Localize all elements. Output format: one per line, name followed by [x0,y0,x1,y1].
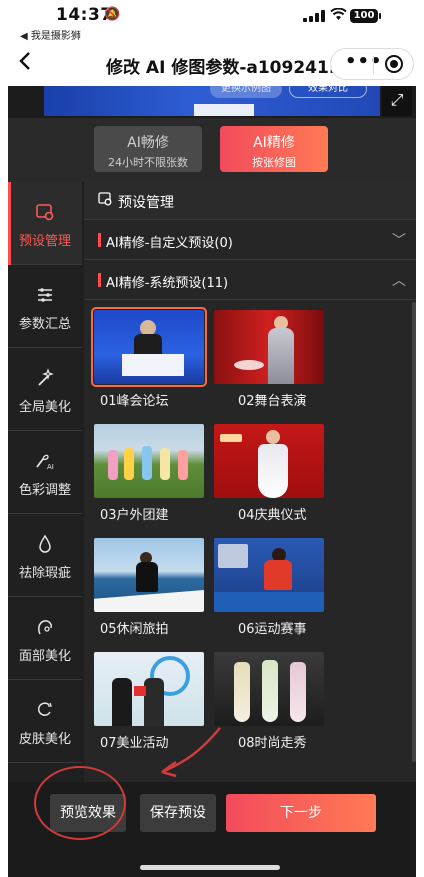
mode-tab-jingxiu[interactable]: AI精修 按张修图 [220,126,328,172]
preset-thumb-travel[interactable] [94,538,204,612]
preset-thumb-ceremony[interactable] [214,424,324,498]
mode-tab-title: AI畅修 [127,135,169,151]
page-title: 修改 AI 修图参数-a109241... [106,58,349,78]
sidebar-item-blemish[interactable]: 祛除瑕疵 [8,514,82,597]
group-custom-presets[interactable]: AI精修-自定义预设(0) ﹀ [84,220,416,260]
sidebar-item-label: 色彩调整 [18,483,71,498]
preset-label: 04庆典仪式 [238,508,307,523]
group-label: AI精修-自定义预设(0) [106,236,233,251]
more-icon[interactable]: ••• [345,51,383,72]
sidebar-item-presets[interactable]: 预设管理 [8,182,82,265]
group-accent-bar [98,273,101,287]
back-chevron-icon[interactable] [18,50,32,78]
face-icon [8,617,82,641]
wifi-icon [330,7,347,25]
sidebar-item-color[interactable]: AI 色彩调整 [8,431,82,514]
sidebar-item-label: 全局美化 [18,400,71,415]
nav-bar: 修改 AI 修图参数-a109241... ••• [0,42,424,86]
sidebar-item-label: 皮肤美化 [18,732,71,747]
next-step-button[interactable]: 下一步 [226,794,376,832]
compare-effect-button[interactable]: 效果对比 [289,86,367,98]
signal-icon [303,10,325,22]
palette-ai-icon: AI [8,451,82,475]
mode-tabs: AI畅修 24小时不限张数 AI精修 按张修图 [8,118,416,182]
mode-tab-changxiu[interactable]: AI畅修 24小时不限张数 [94,126,202,172]
capsule-divider [373,56,374,74]
section-title: 预设管理 [118,195,174,211]
mode-tab-title: AI精修 [253,135,295,151]
preset-label: 03户外团建 [100,508,169,523]
magic-wand-icon [8,368,82,392]
scrollbar[interactable] [412,302,416,762]
mode-tab-subtitle: 按张修图 [252,156,296,169]
preset-label: 01峰会论坛 [100,394,169,409]
preview-strip: 更换示例图 效果对比 ⤢ [8,86,416,118]
annotation-arrow [161,727,221,778]
preset-label: 05休闲旅拍 [100,622,169,637]
battery-icon: 100 [350,9,381,23]
sidebar-item-params[interactable]: 参数汇总 [8,265,82,348]
preset-content: 预设管理 AI精修-自定义预设(0) ﹀ AI精修-系统预设(11) ︿ 01峰… [84,182,416,782]
preset-thumb-sports[interactable] [214,538,324,612]
sliders-icon [8,285,82,309]
save-preset-button[interactable]: 保存预设 [140,794,216,832]
fullscreen-expand-icon[interactable]: ⤢ [382,86,412,116]
chevron-up-icon[interactable]: ︿ [392,270,406,290]
group-system-presets[interactable]: AI精修-系统预设(11) ︿ [84,260,416,300]
close-target-icon[interactable] [385,55,403,73]
preset-thumb-runway[interactable] [214,652,324,726]
podium-shape [194,104,254,116]
preview-image: 更换示例图 效果对比 [44,86,380,116]
sidebar: 预设管理 参数汇总 全局美化 AI 色彩调整 祛除瑕疵 面部美化 皮肤美化 [8,182,82,782]
annotation-circle [34,766,126,840]
group-accent-bar [98,233,101,247]
preset-label: 02舞台表演 [238,394,307,409]
mode-tab-subtitle: 24小时不限张数 [108,156,188,169]
preset-label: 08时尚走秀 [238,736,307,751]
sidebar-item-skin[interactable]: 皮肤美化 [8,680,82,763]
preset-manage-icon [98,192,112,210]
sidebar-item-global[interactable]: 全局美化 [8,348,82,431]
preset-label: 06运动赛事 [238,622,307,637]
preset-icon [8,202,82,226]
chevron-down-icon[interactable]: ﹀ [392,230,406,250]
preset-thumb-summit[interactable] [91,307,207,387]
mini-program-capsule: ••• [330,48,414,80]
sidebar-item-label: 祛除瑕疵 [18,566,71,581]
sidebar-item-label: 面部美化 [18,649,71,664]
droplet-icon [8,534,82,558]
sidebar-item-face[interactable]: 面部美化 [8,597,82,680]
svg-text:AI: AI [47,463,54,471]
preset-thumb-stage[interactable] [214,310,324,384]
section-header: 预设管理 [84,182,416,220]
status-bar: 14:37 🔕 ◀ 我是摄影狮 100 [0,0,424,42]
home-indicator [140,865,280,870]
back-to-app-link[interactable]: ◀ 我是摄影狮 [20,27,81,42]
mute-bell-icon: 🔕 [104,7,121,22]
skin-icon [8,700,82,724]
change-sample-button[interactable]: 更换示例图 [210,86,282,98]
preset-thumb-beauty[interactable] [94,652,204,726]
sidebar-item-label: 参数汇总 [18,317,71,332]
group-label: AI精修-系统预设(11) [106,276,229,291]
preset-thumb-outdoor[interactable] [94,424,204,498]
sidebar-item-label: 预设管理 [18,234,71,249]
